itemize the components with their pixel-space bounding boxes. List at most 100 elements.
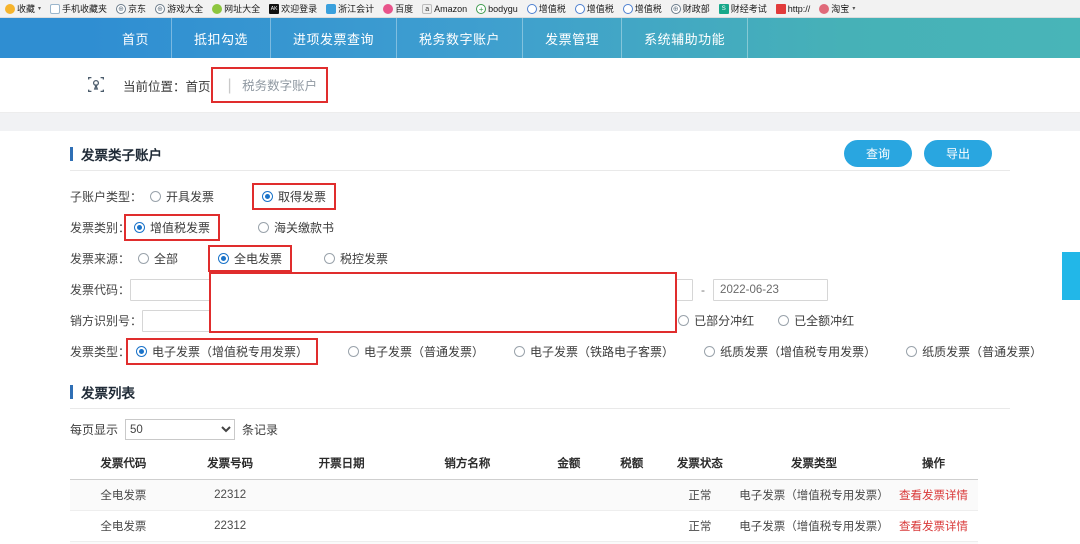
invoice-table: 发票代码 发票号码 开票日期 销方名称 金额 税额 发票状态 发票类型 操作 全… xyxy=(70,448,978,544)
nav-item-deduction-check[interactable]: 抵扣勾选 xyxy=(172,18,272,58)
radio-type-e-vat-special[interactable]: 电子发票（增值税专用发票） xyxy=(126,338,319,365)
bookmark-item[interactable]: 收藏 ▾ xyxy=(2,1,44,17)
col-tax: 税额 xyxy=(602,448,661,480)
radio-source-fully-digital[interactable]: 全电发票 xyxy=(208,245,293,272)
issue-date-end-input[interactable] xyxy=(713,278,829,301)
form-section-header: 发票类子账户 查询 导出 xyxy=(70,137,1010,171)
col-invoice-code: 发票代码 xyxy=(70,448,177,480)
bookmark-item[interactable]: 增值税 xyxy=(572,1,617,17)
radio-label: 税控发票 xyxy=(340,252,389,266)
list-section-title: 发票列表 xyxy=(81,385,135,401)
radio-circle-icon xyxy=(678,315,690,326)
bookmark-item[interactable]: 网址大全 xyxy=(209,1,263,17)
blue-page-icon xyxy=(326,3,337,14)
cell-invoice-number: 22312 xyxy=(176,479,284,511)
bookmark-item[interactable]: 手机收藏夹 xyxy=(47,1,110,17)
radio-category-vat[interactable]: 增值税发票 xyxy=(124,214,221,241)
radio-circle-icon xyxy=(218,253,230,264)
bookmark-label: 手机收藏夹 xyxy=(62,3,108,14)
radio-type-paper-general[interactable]: 纸质发票（普通发票） xyxy=(906,343,1042,360)
breadcrumb-home[interactable]: 首页 xyxy=(186,76,211,95)
export-button[interactable]: 导出 xyxy=(923,140,992,167)
plus-circle-icon: + xyxy=(476,3,487,14)
nav-item-home[interactable]: 首页 xyxy=(100,18,173,58)
breadcrumb-bar: 当前位置： 首页 | 税务数字账户 xyxy=(0,58,1080,113)
cell-issue-date xyxy=(283,510,400,542)
view-invoice-detail-link[interactable]: 查看发票详情 xyxy=(889,479,978,511)
invoice-code-label: 发票代码： xyxy=(70,283,131,297)
radio-subaccount-issue[interactable]: 开具发票 xyxy=(150,188,214,205)
bookmark-item[interactable]: 浙江会计 xyxy=(323,1,377,17)
radio-circle-icon xyxy=(514,346,526,357)
breadcrumb-separator: | xyxy=(227,77,232,94)
cell-tax xyxy=(602,510,661,542)
radio-label: 电子发票（铁路电子客票） xyxy=(530,345,675,359)
cell-seller-name xyxy=(399,510,536,542)
per-page-select[interactable]: 50 xyxy=(125,419,236,440)
col-invoice-number: 发票号码 xyxy=(176,448,284,480)
bookmark-label: 游戏大全 xyxy=(167,3,204,14)
teal-s-icon: S xyxy=(718,3,729,14)
radio-circle-icon xyxy=(324,253,336,264)
bookmark-item[interactable]: 增值税 xyxy=(524,1,569,17)
rose-circle-icon xyxy=(819,3,830,14)
radio-status-full-reversed[interactable]: 已全额冲红 xyxy=(778,312,854,329)
bookmark-item[interactable]: ⊕ 京东 xyxy=(113,1,149,17)
nav-item-invoice-management[interactable]: 发票管理 xyxy=(523,18,623,58)
radio-label: 纸质发票（普通发票） xyxy=(922,345,1043,359)
bookmark-item[interactable]: a Amazon xyxy=(419,1,470,17)
radio-circle-icon xyxy=(778,315,790,326)
table-row[interactable]: 全电发票 22312 正常 电子发票（增值税专用发票） 查看发票详情 xyxy=(70,510,978,542)
globe-icon: ⊕ xyxy=(116,3,127,14)
radio-label: 开具发票 xyxy=(166,190,215,204)
list-section-title-wrap: 发票列表 xyxy=(70,382,135,402)
subaccount-type-label: 子账户类型： xyxy=(70,190,143,204)
bookmark-item[interactable]: 增值税 xyxy=(620,1,665,17)
view-invoice-detail-link[interactable]: 查看发票详情 xyxy=(889,510,978,542)
bookmark-item[interactable]: + bodygu xyxy=(473,1,521,17)
chevron-down-icon: ▾ xyxy=(852,6,856,12)
cell-invoice-type: 电子发票（增值税专用发票） xyxy=(739,479,890,511)
radio-source-tax-control[interactable]: 税控发票 xyxy=(324,250,388,267)
list-section-header: 发票列表 xyxy=(70,375,1010,409)
content-gap xyxy=(0,113,1080,131)
bookmark-label: 淘宝 xyxy=(831,3,850,14)
nav-item-input-invoice-query[interactable]: 进项发票查询 xyxy=(271,18,398,58)
blue-circle-icon xyxy=(526,3,537,14)
bookmark-item[interactable]: 百度 xyxy=(380,1,416,17)
red-square-icon xyxy=(775,3,786,14)
bookmark-item[interactable]: http:// xyxy=(773,1,814,17)
bookmark-item[interactable]: ⊕ 游戏大全 xyxy=(152,1,206,17)
bookmark-item[interactable]: 淘宝 ▾ xyxy=(816,1,858,17)
radio-type-e-railway[interactable]: 电子发票（铁路电子客票） xyxy=(514,343,674,360)
section-accent-bar xyxy=(70,384,73,399)
panel-inner: 发票类子账户 查询 导出 子账户类型： 开具发票 取得发票 发票类别： 增值税发… xyxy=(70,137,1042,544)
table-row[interactable]: 全电发票 22312 正常 电子发票（增值税专用发票） 查看发票详情 xyxy=(70,479,978,511)
col-status: 发票状态 xyxy=(660,448,740,480)
radio-type-paper-vat-special[interactable]: 纸质发票（增值税专用发票） xyxy=(704,343,876,360)
radio-source-all[interactable]: 全部 xyxy=(138,250,178,267)
bookmark-label: 收藏 xyxy=(17,3,36,14)
invoice-category-label: 发票类别： xyxy=(70,221,131,235)
radio-category-customs[interactable]: 海关缴款书 xyxy=(258,219,334,236)
radio-subaccount-obtain[interactable]: 取得发票 xyxy=(252,183,337,210)
bookmark-item[interactable]: S 财经考试 xyxy=(716,1,770,17)
radio-label: 增值税发票 xyxy=(150,221,211,235)
chevron-down-icon: ▾ xyxy=(38,6,42,12)
radio-status-partial-reversed[interactable]: 已部分冲红 xyxy=(678,312,754,329)
blue-circle-icon xyxy=(622,3,633,14)
row-invoice-category: 发票类别： 增值税发票 海关缴款书 xyxy=(70,212,1010,243)
side-tab-button[interactable] xyxy=(1062,252,1080,300)
nav-item-system-aux-functions[interactable]: 系统辅助功能 xyxy=(622,18,749,58)
bookmark-item[interactable]: ⊕ 财政部 xyxy=(668,1,713,17)
nav-item-tax-digital-account[interactable]: 税务数字账户 xyxy=(397,18,524,58)
bookmark-item[interactable]: AK 欢迎登录 xyxy=(266,1,320,17)
row-subaccount-type: 子账户类型： 开具发票 取得发票 xyxy=(70,181,1010,212)
query-button[interactable]: 查询 xyxy=(843,140,912,167)
radio-label: 电子发票（普通发票） xyxy=(364,345,485,359)
globe-icon: ⊕ xyxy=(670,3,681,14)
nav-left-spacer xyxy=(0,18,100,58)
radio-label: 全电发票 xyxy=(234,252,283,266)
radio-type-e-general[interactable]: 电子发票（普通发票） xyxy=(348,343,484,360)
breadcrumb-current: 税务数字账户 xyxy=(242,79,318,93)
